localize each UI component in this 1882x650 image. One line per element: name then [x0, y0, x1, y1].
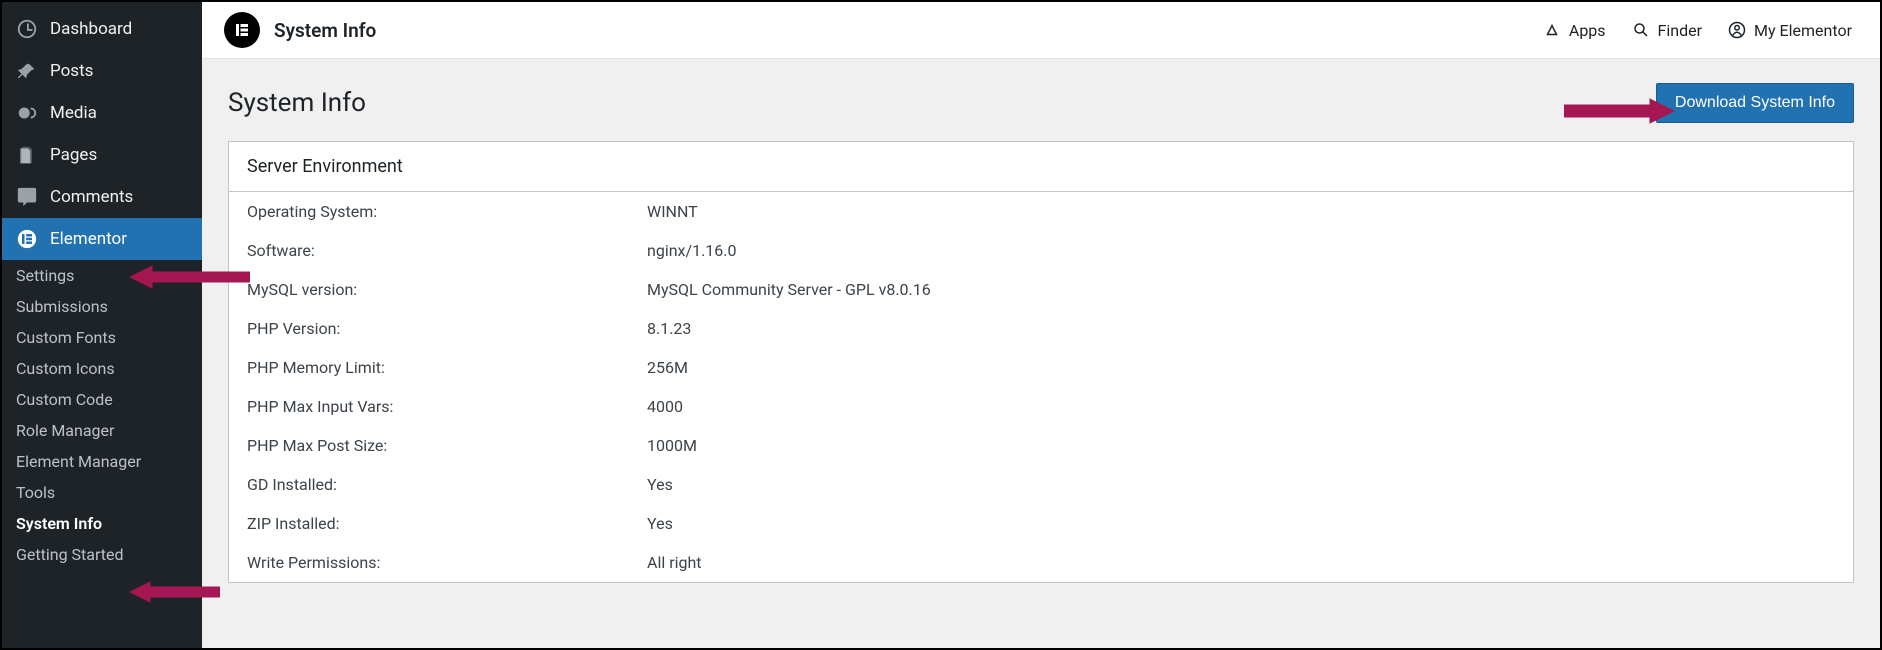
- kv-value: 256M: [647, 358, 688, 377]
- pages-icon: [16, 144, 38, 166]
- admin-sidebar: Dashboard Posts Media Pages Comments: [2, 2, 202, 648]
- sidebar-sub-settings[interactable]: Settings: [2, 260, 202, 291]
- dashboard-icon: [16, 18, 38, 40]
- content: System Info Download System Info Server …: [202, 59, 1880, 607]
- topbar-link-label: Finder: [1658, 21, 1703, 40]
- kv-value: nginx/1.16.0: [647, 241, 737, 260]
- download-system-info-button[interactable]: Download System Info: [1656, 83, 1854, 123]
- kv-key: Write Permissions:: [247, 553, 647, 572]
- sidebar-item-elementor[interactable]: Elementor: [2, 218, 202, 260]
- kv-key: ZIP Installed:: [247, 514, 647, 533]
- kv-key: PHP Max Input Vars:: [247, 397, 647, 416]
- kv-value: 8.1.23: [647, 319, 691, 338]
- search-icon: [1632, 21, 1650, 39]
- kv-key: GD Installed:: [247, 475, 647, 494]
- content-title: System Info: [228, 88, 366, 118]
- sidebar-sub-system-info[interactable]: System Info: [2, 508, 202, 539]
- topbar-link-label: My Elementor: [1754, 21, 1852, 40]
- topbar: System Info Apps Finder My Elementor: [202, 2, 1880, 59]
- topbar-link-apps[interactable]: Apps: [1537, 17, 1612, 44]
- sidebar-item-label: Pages: [50, 145, 97, 165]
- triangle-icon: [1543, 21, 1561, 39]
- sidebar-item-label: Dashboard: [50, 19, 132, 39]
- sidebar-item-label: Media: [50, 103, 97, 123]
- kv-value: MySQL Community Server - GPL v8.0.16: [647, 280, 931, 299]
- pin-icon: [16, 60, 38, 82]
- topbar-link-label: Apps: [1569, 21, 1606, 40]
- elementor-logo-icon: [224, 12, 260, 48]
- sidebar-item-label: Elementor: [50, 229, 127, 249]
- sidebar-sub-submissions[interactable]: Submissions: [2, 291, 202, 322]
- kv-row: PHP Max Post Size:1000M: [229, 426, 1853, 465]
- kv-row: PHP Max Input Vars:4000: [229, 387, 1853, 426]
- kv-key: Software:: [247, 241, 647, 260]
- sidebar-sub-element-manager[interactable]: Element Manager: [2, 446, 202, 477]
- user-icon: [1728, 21, 1746, 39]
- topbar-link-my-elementor[interactable]: My Elementor: [1722, 17, 1858, 44]
- kv-row: MySQL version:MySQL Community Server - G…: [229, 270, 1853, 309]
- sidebar-item-posts[interactable]: Posts: [2, 50, 202, 92]
- kv-row: Write Permissions:All right: [229, 543, 1853, 582]
- kv-value: 4000: [647, 397, 683, 416]
- panel-title: Server Environment: [229, 142, 1853, 192]
- kv-key: PHP Version:: [247, 319, 647, 338]
- sidebar-item-dashboard[interactable]: Dashboard: [2, 8, 202, 50]
- kv-value: WINNT: [647, 202, 698, 221]
- media-icon: [16, 102, 38, 124]
- kv-key: PHP Memory Limit:: [247, 358, 647, 377]
- main-area: System Info Apps Finder My Elementor: [202, 2, 1880, 648]
- sidebar-item-pages[interactable]: Pages: [2, 134, 202, 176]
- sidebar-item-media[interactable]: Media: [2, 92, 202, 134]
- sidebar-sub-role-manager[interactable]: Role Manager: [2, 415, 202, 446]
- kv-row: ZIP Installed:Yes: [229, 504, 1853, 543]
- kv-row: PHP Version:8.1.23: [229, 309, 1853, 348]
- sidebar-sub-getting-started[interactable]: Getting Started: [2, 539, 202, 570]
- elementor-icon: [16, 228, 38, 250]
- kv-value: 1000M: [647, 436, 697, 455]
- comment-icon: [16, 186, 38, 208]
- kv-row: Operating System:WINNT: [229, 192, 1853, 231]
- topbar-link-finder[interactable]: Finder: [1626, 17, 1709, 44]
- sidebar-sub-custom-icons[interactable]: Custom Icons: [2, 353, 202, 384]
- sidebar-sub-custom-code[interactable]: Custom Code: [2, 384, 202, 415]
- kv-key: MySQL version:: [247, 280, 647, 299]
- server-environment-panel: Server Environment Operating System:WINN…: [228, 141, 1854, 583]
- sidebar-item-label: Posts: [50, 61, 93, 81]
- kv-value: Yes: [647, 514, 673, 533]
- sidebar-sub-tools[interactable]: Tools: [2, 477, 202, 508]
- sidebar-sub-custom-fonts[interactable]: Custom Fonts: [2, 322, 202, 353]
- kv-key: PHP Max Post Size:: [247, 436, 647, 455]
- sidebar-item-comments[interactable]: Comments: [2, 176, 202, 218]
- sidebar-item-label: Comments: [50, 187, 133, 207]
- kv-value: All right: [647, 553, 702, 572]
- kv-value: Yes: [647, 475, 673, 494]
- kv-key: Operating System:: [247, 202, 647, 221]
- kv-row: GD Installed:Yes: [229, 465, 1853, 504]
- kv-row: Software:nginx/1.16.0: [229, 231, 1853, 270]
- page-title: System Info: [274, 19, 376, 42]
- kv-row: PHP Memory Limit:256M: [229, 348, 1853, 387]
